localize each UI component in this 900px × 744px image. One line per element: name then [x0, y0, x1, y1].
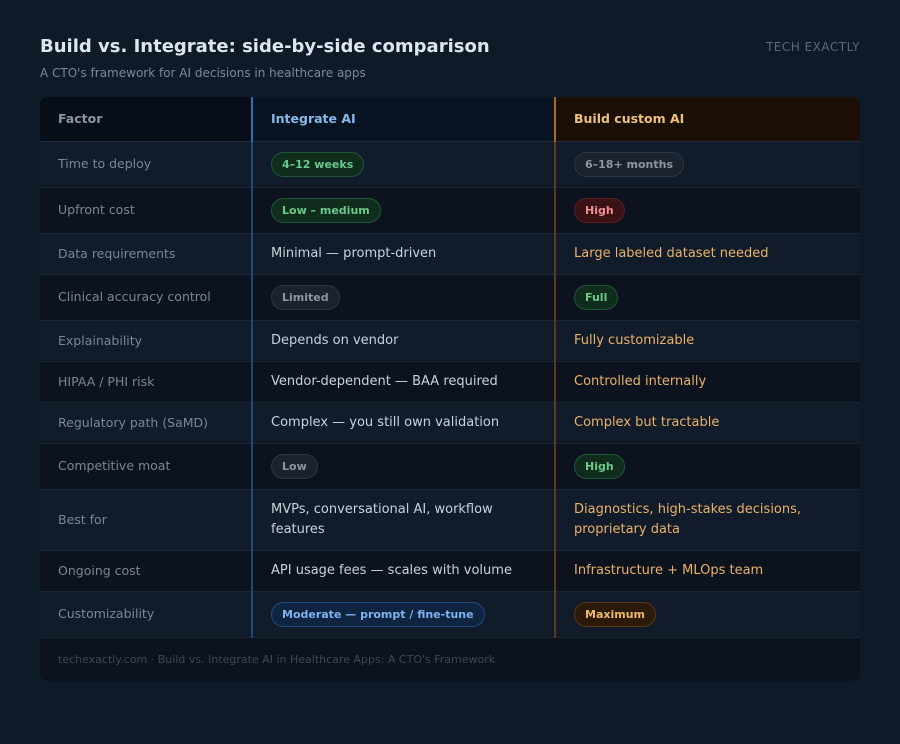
table-row: Competitive moat Low High	[40, 443, 860, 490]
integrate-badge: Moderate — prompt / fine-tune	[271, 601, 485, 627]
integrate-badge: Low	[271, 453, 318, 479]
table-row: Clinical accuracy control Limited Full	[40, 274, 860, 321]
factor-cell: Data requirements	[40, 233, 252, 275]
integrate-cell: Vendor-dependent — BAA required	[251, 361, 555, 403]
page: Build vs. Integrate: side-by-side compar…	[0, 0, 900, 744]
table-row: Regulatory path (SaMD) Complex — you stil…	[40, 402, 860, 444]
integrate-cell: MVPs, conversational AI, workflow featur…	[251, 489, 555, 551]
integrate-cell: Low – medium	[251, 187, 555, 234]
factor-cell: Customizability	[40, 591, 252, 638]
integrate-cell: Depends on vendor	[251, 320, 555, 362]
table-row: Upfront cost Low – medium High	[40, 187, 860, 234]
factor-cell: HIPAA / PHI risk	[40, 361, 252, 403]
table-row: Best for MVPs, conversational AI, workflo…	[40, 489, 860, 551]
column-header-integrate: Integrate AI	[251, 97, 555, 142]
build-badge: Full	[574, 284, 619, 310]
build-cell: Complex but tractable	[554, 402, 860, 444]
factor-cell: Regulatory path (SaMD)	[40, 402, 252, 444]
integrate-badge: Low – medium	[271, 197, 381, 223]
build-cell: Controlled internally	[554, 361, 860, 403]
integrate-cell: Minimal — prompt-driven	[251, 233, 555, 275]
page-subtitle: A CTO's framework for AI decisions in he…	[40, 66, 366, 80]
build-cell: Diagnostics, high-stakes decisions, prop…	[554, 489, 860, 551]
header: Build vs. Integrate: side-by-side compar…	[40, 36, 860, 97]
build-cell: 6–18+ months	[554, 141, 860, 188]
column-header-build: Build custom AI	[554, 97, 860, 142]
table-row: Time to deploy 4–12 weeks 6–18+ months	[40, 141, 860, 188]
build-badge: High	[574, 453, 625, 479]
factor-cell: Upfront cost	[40, 187, 252, 234]
footer-caption: techexactly.com · Build vs. Integrate AI…	[40, 637, 860, 681]
build-cell: High	[554, 443, 860, 490]
build-cell: High	[554, 187, 860, 234]
comparison-card: Factor Integrate AI Build custom AI Time…	[40, 97, 860, 681]
page-title: Build vs. Integrate: side-by-side compar…	[40, 36, 490, 57]
table-row: Data requirements Minimal — prompt-driven…	[40, 233, 860, 275]
integrate-cell: 4–12 weeks	[251, 141, 555, 188]
build-badge: Maximum	[574, 601, 656, 627]
integrate-badge: 4–12 weeks	[271, 151, 365, 177]
build-cell: Infrastructure + MLOps team	[554, 550, 860, 592]
build-badge: High	[574, 197, 625, 223]
integrate-cell: API usage fees — scales with volume	[251, 550, 555, 592]
integrate-cell: Low	[251, 443, 555, 490]
brand-label: TECH EXACTLY	[765, 40, 860, 54]
table-row: Explainability Depends on vendor Fully cus…	[40, 320, 860, 362]
factor-cell: Best for	[40, 489, 252, 551]
build-cell: Large labeled dataset needed	[554, 233, 860, 275]
factor-cell: Clinical accuracy control	[40, 274, 252, 321]
column-header-factor: Factor	[40, 97, 252, 142]
factor-cell: Time to deploy	[40, 141, 252, 188]
integrate-cell: Moderate — prompt / fine-tune	[251, 591, 555, 638]
comparison-table: Factor Integrate AI Build custom AI Time…	[40, 97, 860, 638]
build-badge: 6–18+ months	[574, 151, 684, 177]
build-cell: Full	[554, 274, 860, 321]
table-header-row: Factor Integrate AI Build custom AI	[40, 97, 860, 142]
table-body: Time to deploy 4–12 weeks 6–18+ months Upfr…	[40, 141, 860, 638]
build-cell: Fully customizable	[554, 320, 860, 362]
factor-cell: Ongoing cost	[40, 550, 252, 592]
integrate-badge: Limited	[271, 284, 340, 310]
factor-cell: Explainability	[40, 320, 252, 362]
table-row: Ongoing cost API usage fees — scales with…	[40, 550, 860, 592]
integrate-cell: Limited	[251, 274, 555, 321]
table-row: Customizability Moderate — prompt / fine-…	[40, 591, 860, 638]
integrate-cell: Complex — you still own validation	[251, 402, 555, 444]
factor-cell: Competitive moat	[40, 443, 252, 490]
build-cell: Maximum	[554, 591, 860, 638]
table-row: HIPAA / PHI risk Vendor-dependent — BAA r…	[40, 361, 860, 403]
